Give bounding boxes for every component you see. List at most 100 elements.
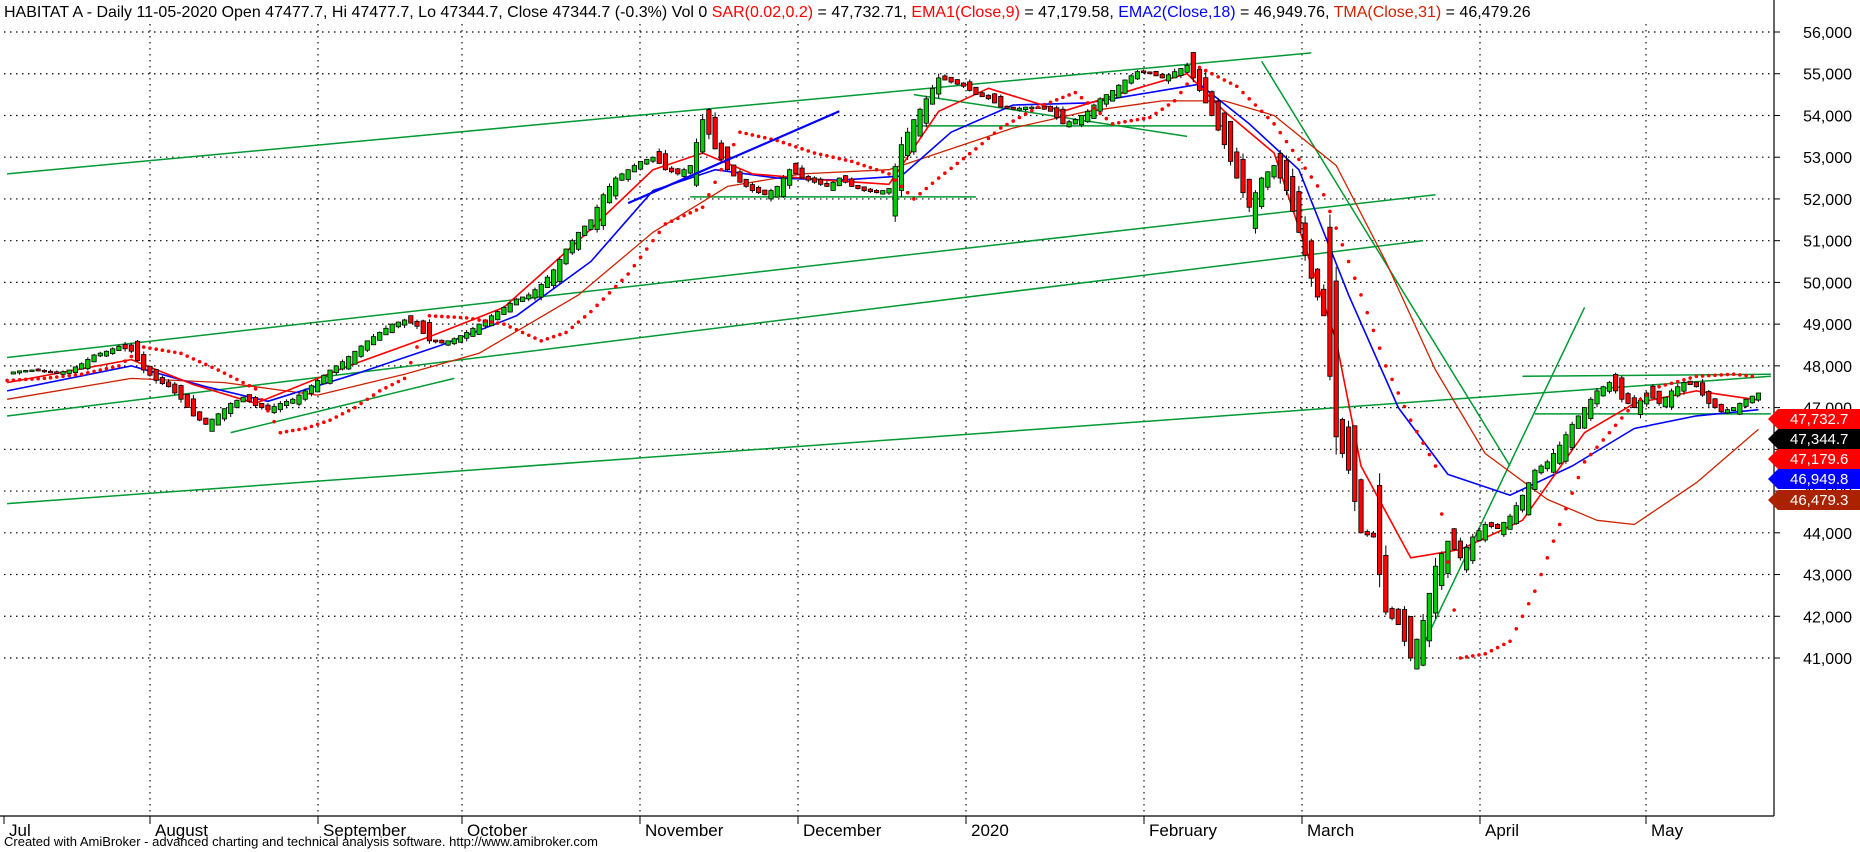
candle-body [936,77,942,95]
sar-dot [558,332,562,337]
sar-dot [334,415,339,419]
sar-dot [309,424,314,429]
sar-dot [1644,393,1649,397]
y-tick-label: 41,000 [1803,651,1852,668]
sar-dot [1011,119,1016,123]
candle-body [457,335,464,343]
tma-label: TMA(Close,31) [1334,4,1442,21]
candle-body [780,177,786,197]
sar-dot [849,159,854,164]
sar-dot [756,134,761,139]
candle-body [1588,398,1594,420]
candle-body [538,284,544,298]
candle-body [296,394,302,405]
sar-dot [533,336,537,340]
candle-body [1408,616,1414,659]
candle-body [749,184,755,191]
sar-dot [520,330,525,335]
sar-dot [868,165,873,170]
sar-dot [930,181,935,186]
sar-dot [235,377,239,382]
candle-body [1439,553,1445,587]
candle-body [656,151,662,164]
candle-body [1103,94,1109,105]
sar-dot [160,348,165,353]
candle-body [197,411,203,421]
sar-dot [1085,101,1090,105]
candle-body [1743,398,1749,407]
candle-body [1749,395,1755,404]
candle-body [1544,461,1550,470]
sar-dot [912,197,916,201]
candle-body [271,406,277,414]
sar-dot [1713,373,1717,378]
candle-body [1054,107,1060,118]
sar-dot [154,347,158,351]
candle-body [339,361,346,370]
sar-dot [117,364,121,368]
candle-body [190,398,196,417]
sar-dot [197,359,202,364]
candle-body [1277,152,1283,179]
candle-body [110,348,116,354]
sar-dot [1359,293,1363,297]
sar-dot [61,374,65,379]
sar-dot [949,166,953,171]
candle-body [731,164,737,177]
candle-body [693,142,700,186]
sar-dot [384,385,388,390]
sar-dot [1582,460,1587,464]
candle-body [333,365,339,374]
sar-dot [1067,93,1071,97]
candle-body [1246,178,1252,208]
price-chart[interactable]: 41,00042,00043,00044,00045,00046,00047,0… [0,0,1860,852]
sar-dot [1197,65,1202,70]
sar-dot [1384,364,1388,368]
y-tick-label: 49,000 [1803,317,1852,334]
sar-dot [1284,139,1289,144]
candle-body [1072,119,1078,125]
sar-dot [595,303,599,308]
candle-body [445,340,451,346]
sar-dot [955,161,960,166]
sar-dot [1346,259,1351,264]
candle-body [153,369,159,381]
sar-dot [1700,374,1705,378]
y-tick-label: 52,000 [1803,192,1852,209]
sar-dot [1290,148,1295,153]
candle-body [575,231,582,250]
candle-body [954,79,960,85]
candle-body [1041,105,1047,110]
y-tick-label: 48,000 [1803,359,1852,376]
candle-body [849,178,855,187]
sar-dot [762,135,767,140]
sar-dot [1588,452,1593,457]
candle-body [1482,524,1488,541]
candle-body [669,167,675,173]
sar-dot [1148,115,1152,120]
candle-body [923,98,929,124]
sar-dot [1539,572,1543,577]
candle-body [1203,77,1209,104]
sar-dot [1191,74,1196,78]
candle-body [551,269,557,287]
candle-body [1457,540,1463,559]
sar-dot [539,339,544,343]
candle-body [66,369,72,374]
candle-body [1495,524,1501,530]
candle-body [992,93,998,104]
sar-dot [837,156,842,161]
sar-dot [719,167,724,172]
candle-body [948,76,954,83]
sar-dot [936,176,941,180]
candle-body [638,160,644,170]
sar-dot [669,219,674,223]
sar-dot [1309,175,1314,179]
sar-dot [1526,601,1531,606]
sar-dot [638,255,643,260]
sar-dot [1613,423,1618,428]
sar-dot [992,131,997,136]
value-tag-label: 47,179.6 [1790,451,1848,468]
candle-body [184,393,190,409]
candle-body [824,182,830,187]
